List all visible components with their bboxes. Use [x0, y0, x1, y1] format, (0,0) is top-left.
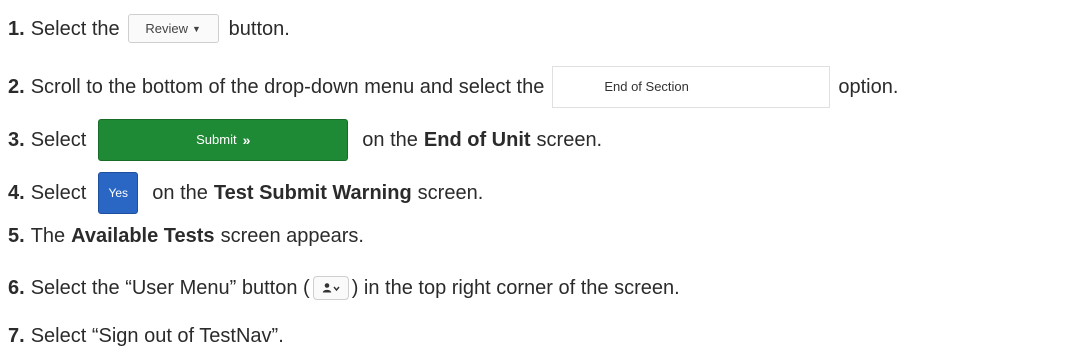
step-text: button. [228, 17, 290, 40]
review-button[interactable]: Review ▼ [127, 14, 219, 43]
step-number: 2. [8, 76, 25, 98]
user-menu-button[interactable] [312, 276, 349, 300]
step-7: 7. Select “Sign out of TestNav”. [8, 324, 284, 348]
step-number: 5. [8, 225, 25, 247]
submit-button[interactable]: Submit » [98, 119, 349, 161]
step-2: 2. Scroll to the bottom of the drop-down… [8, 66, 898, 108]
step-number: 3. [8, 129, 25, 151]
screen-name: Test Submit Warning [213, 182, 412, 204]
step-text: The [30, 225, 66, 247]
yes-button[interactable]: Yes [98, 172, 139, 214]
step-number: 1. [8, 17, 25, 40]
user-icon [322, 283, 340, 293]
step-text: Select the [30, 17, 120, 40]
step-text: screen. [417, 182, 484, 204]
step-text: Scroll to the bottom of the drop-down me… [30, 76, 545, 98]
yes-button-label: Yes [108, 186, 129, 200]
step-number: 7. [8, 325, 25, 347]
screen-name: End of Unit [423, 129, 531, 151]
step-text: Select “Sign out of TestNav”. [30, 325, 284, 347]
caret-down-icon: ▼ [191, 23, 201, 34]
step-text: Select [30, 182, 87, 204]
review-button-label: Review [145, 20, 188, 36]
step-text: on the [152, 182, 208, 204]
step-6: 6. Select the “User Menu” button ( ) in … [8, 276, 680, 300]
step-text: screen. [536, 129, 603, 151]
step-text: Select [30, 129, 87, 151]
step-4: 4. Select Yes on the Test Submit Warning… [8, 172, 483, 214]
end-of-section-label: End of Section [604, 79, 689, 94]
step-text: on the [362, 129, 418, 151]
submit-button-label: Submit [196, 132, 237, 147]
step-1: 1. Select the Review ▼ button. [8, 14, 290, 43]
step-5: 5. The Available Tests screen appears. [8, 224, 364, 248]
screen-name: Available Tests [71, 225, 215, 247]
step-text: screen appears. [220, 225, 364, 247]
step-text: Select the “User Menu” button ( [30, 277, 310, 299]
step-number: 4. [8, 182, 25, 204]
step-text: option. [838, 76, 899, 98]
end-of-section-option[interactable]: End of Section [552, 66, 831, 108]
step-3: 3. Select Submit » on the End of Unit sc… [8, 119, 602, 161]
step-number: 6. [8, 277, 25, 299]
step-text: ) in the top right corner of the screen. [351, 277, 680, 299]
double-chevron-right-icon: » [242, 132, 251, 148]
